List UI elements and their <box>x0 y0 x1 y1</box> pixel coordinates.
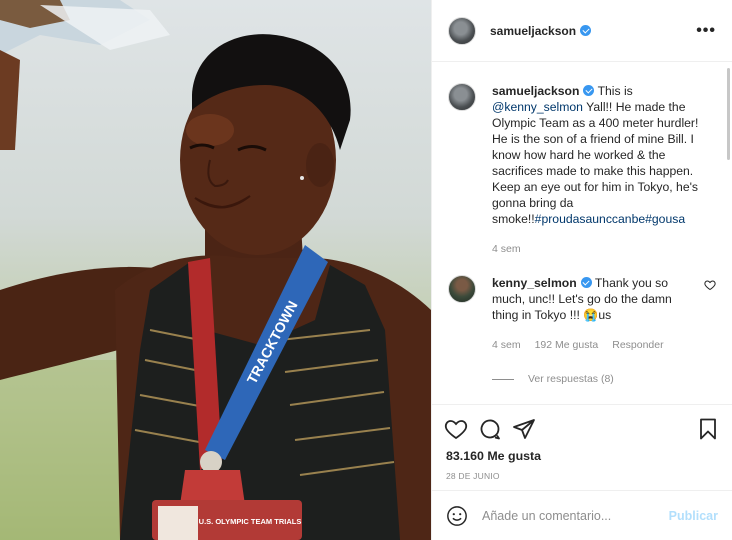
emoji-smiley-icon[interactable] <box>446 505 468 527</box>
athlete-illustration: TRACKTOWN U.S. OLYMPIC TEAM TRIALS <box>0 0 431 540</box>
post-details-panel: samueljackson ••• samueljackson This is … <box>431 0 732 540</box>
post-actions: 83.160 Me gusta 28 DE JUNIO <box>432 404 732 490</box>
verified-badge-icon <box>580 277 592 288</box>
comments-list[interactable]: samueljackson This is @kenny_selmon Yall… <box>432 63 732 404</box>
comment-meta: 4 sem 192 Me gusta Responder <box>492 337 696 353</box>
caption-lead: This is <box>597 84 633 98</box>
verified-badge-icon <box>580 25 592 36</box>
action-icons <box>444 415 720 443</box>
verified-badge-icon <box>583 85 595 96</box>
caption-time[interactable]: 4 sem <box>492 241 521 257</box>
view-replies-label[interactable]: Ver respuestas (8) <box>528 373 614 385</box>
caption-meta: 4 sem <box>492 241 716 257</box>
caption-body: samueljackson This is @kenny_selmon Yall… <box>492 83 716 257</box>
comment-input[interactable] <box>482 508 669 523</box>
publish-button[interactable]: Publicar <box>669 509 718 523</box>
commenter-avatar[interactable] <box>448 275 476 303</box>
caption-text: Yall!! He made the Olympic Team as a 400… <box>492 100 699 226</box>
post-photo[interactable]: TRACKTOWN U.S. OLYMPIC TEAM TRIALS <box>0 0 431 540</box>
comment-likes[interactable]: 192 Me gusta <box>535 337 599 353</box>
post-header: samueljackson ••• <box>432 0 732 62</box>
comment-like-heart-icon[interactable] <box>704 279 716 291</box>
comment-body: kenny_selmon Thank you so much, unc!! Le… <box>492 275 696 353</box>
commenter-username[interactable]: kenny_selmon <box>492 276 577 290</box>
author-username[interactable]: samueljackson <box>490 24 576 38</box>
caption-username[interactable]: samueljackson <box>492 84 579 98</box>
comment-bubble-icon[interactable] <box>478 417 502 441</box>
comment-row: kenny_selmon Thank you so much, unc!! Le… <box>448 275 716 353</box>
more-options-icon[interactable]: ••• <box>696 22 716 40</box>
caption-row: samueljackson This is @kenny_selmon Yall… <box>448 83 716 257</box>
caption-avatar[interactable] <box>448 83 476 111</box>
reply-button[interactable]: Responder <box>612 337 663 353</box>
comment-composer: Publicar <box>432 490 732 540</box>
badge-text: U.S. OLYMPIC TEAM TRIALS <box>199 517 302 526</box>
hashtag-link[interactable]: #proudasaunccanbe#gousa <box>535 212 685 226</box>
likes-count[interactable]: 83.160 Me gusta <box>444 449 720 463</box>
view-replies[interactable]: Ver respuestas (8) <box>492 373 716 385</box>
post-date[interactable]: 28 DE JUNIO <box>444 471 720 481</box>
mention-link[interactable]: @kenny_selmon <box>492 100 583 114</box>
replies-divider <box>492 378 514 380</box>
author-avatar[interactable] <box>448 16 476 45</box>
like-heart-icon[interactable] <box>444 417 468 441</box>
comment-time[interactable]: 4 sem <box>492 337 521 353</box>
share-plane-icon[interactable] <box>512 417 536 441</box>
save-bookmark-icon[interactable] <box>696 417 720 441</box>
